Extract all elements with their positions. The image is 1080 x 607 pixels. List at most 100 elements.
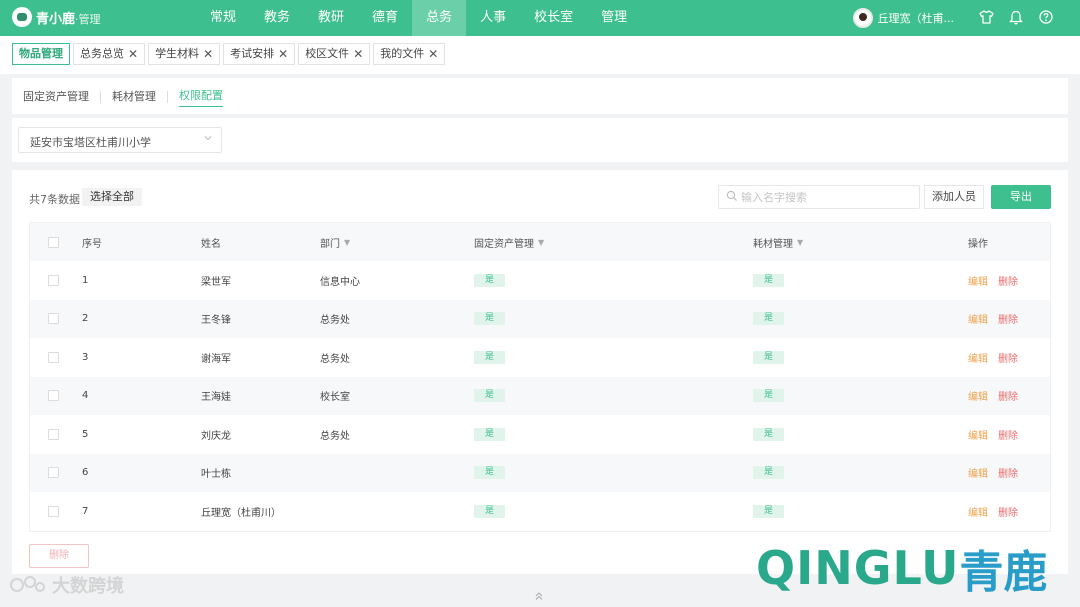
row-checkbox[interactable] — [48, 505, 59, 517]
cell-name: 刘庆龙 — [201, 430, 231, 442]
nav-item-1[interactable]: 教务 — [250, 0, 304, 36]
nav-item-2[interactable]: 教研 — [304, 0, 358, 36]
subtab-0[interactable]: 固定资产管理 — [23, 88, 89, 107]
nav-item-7[interactable]: 管理 — [587, 0, 641, 36]
row-checkbox-cell — [48, 300, 59, 339]
tab-4[interactable]: 校区文件 ✕ — [298, 43, 371, 65]
nav-item-0[interactable]: 常规 — [196, 0, 250, 36]
delete-button[interactable]: 删除 — [998, 350, 1018, 365]
watermark-left: 大数跨境 — [8, 572, 124, 598]
tab-3[interactable]: 考试安排 ✕ — [223, 43, 296, 65]
col-op: 操作 — [968, 238, 988, 250]
delete-button[interactable]: 删除 — [998, 504, 1018, 519]
row-checkbox[interactable] — [48, 313, 59, 325]
export-button[interactable]: 导出 — [991, 185, 1051, 209]
nav-item-3[interactable]: 德育 — [358, 0, 412, 36]
tab-5[interactable]: 我的文件 ✕ — [373, 43, 446, 65]
cell-asset: 是 — [474, 492, 506, 531]
row-checkbox-cell — [48, 261, 59, 300]
close-icon[interactable]: ✕ — [203, 48, 213, 60]
close-icon[interactable]: ✕ — [428, 48, 438, 60]
cell-no: 7 — [82, 505, 89, 517]
delete-button[interactable]: 删除 — [998, 311, 1018, 326]
row-checkbox[interactable] — [48, 351, 59, 363]
close-icon[interactable]: ✕ — [278, 48, 288, 60]
edit-button[interactable]: 编辑 — [968, 388, 988, 403]
avatar — [852, 8, 873, 28]
shirt-icon[interactable] — [978, 9, 994, 25]
edit-button[interactable]: 编辑 — [968, 273, 988, 288]
top-nav-bar: 青小鹿·管理 常规 教务 教研 德育 总务 人事 校长室 管理 丘理宽（杜甫... — [0, 0, 1080, 36]
page-tabs-bar: 物品管理 总务总览 ✕ 学生材料 ✕ 考试安排 ✕ 校区文件 ✕ 我的文件 ✕ — [0, 36, 1080, 74]
delete-button[interactable]: 删除 — [998, 273, 1018, 288]
asset-permission-badge: 是 — [474, 312, 506, 326]
cell-consumable: 是 — [753, 454, 785, 493]
school-select[interactable]: 延安市宝塔区杜甫川小学 — [18, 127, 222, 153]
row-checkbox-cell — [48, 454, 59, 493]
edit-button[interactable]: 编辑 — [968, 504, 988, 519]
edit-button[interactable]: 编辑 — [968, 311, 988, 326]
watermark-right: QINGLU 青鹿 — [756, 536, 1048, 600]
watermark-brand-latin: QINGLU — [756, 541, 960, 595]
consumable-permission-badge: 是 — [753, 427, 785, 441]
nav-item-5[interactable]: 人事 — [466, 0, 520, 36]
tab-2[interactable]: 学生材料 ✕ — [148, 43, 221, 65]
col-dept-cell[interactable]: 部门 ▼ — [320, 223, 350, 261]
row-checkbox-cell — [48, 338, 59, 377]
edit-button[interactable]: 编辑 — [968, 350, 988, 365]
cell-asset: 是 — [474, 415, 506, 454]
delete-button[interactable]: 删除 — [998, 388, 1018, 403]
select-all-button[interactable]: 选择全部 — [82, 188, 142, 206]
subtabs-card: 固定资产管理 耗材管理 权限配置 — [12, 78, 1068, 114]
nav-item-4[interactable]: 总务 — [412, 0, 467, 36]
bulk-delete-button[interactable]: 删除 — [29, 544, 89, 568]
delete-button[interactable]: 删除 — [998, 427, 1018, 442]
cell-no: 6 — [82, 467, 89, 479]
col-consumable-cell[interactable]: 耗材管理 ▼ — [753, 223, 803, 261]
app-logo[interactable]: 青小鹿·管理 — [12, 7, 101, 27]
col-asset-cell[interactable]: 固定资产管理 ▼ — [474, 223, 544, 261]
row-checkbox[interactable] — [48, 467, 59, 479]
edit-button[interactable]: 编辑 — [968, 465, 988, 480]
cell-consumable: 是 — [753, 415, 785, 454]
subtab-1[interactable]: 耗材管理 — [112, 88, 156, 107]
table-row: 1 梁世军 信息中心 是 是 编辑 删除 — [30, 261, 1050, 300]
close-icon[interactable]: ✕ — [128, 48, 138, 60]
deer-logo-icon — [12, 7, 32, 27]
close-icon[interactable]: ✕ — [353, 48, 363, 60]
row-checkbox[interactable] — [48, 274, 59, 286]
table-row: 5 刘庆龙 总务处 是 是 编辑 删除 — [30, 415, 1050, 454]
add-person-button[interactable]: 添加人员 — [924, 185, 984, 209]
cell-actions: 编辑 删除 — [968, 377, 1018, 416]
select-all-checkbox[interactable] — [48, 236, 59, 248]
col-name: 姓名 — [201, 238, 221, 250]
asset-permission-badge: 是 — [474, 350, 506, 364]
search-input[interactable] — [741, 189, 911, 205]
row-checkbox[interactable] — [48, 390, 59, 402]
search-box — [718, 185, 920, 209]
bell-icon[interactable] — [1008, 9, 1024, 25]
consumable-permission-badge: 是 — [753, 389, 785, 403]
cell-name: 叶士栋 — [201, 469, 231, 481]
logo-name: 青小鹿·管理 — [36, 11, 101, 27]
cell-dept: 校长室 — [320, 392, 350, 404]
help-icon[interactable] — [1038, 9, 1054, 25]
user-menu[interactable]: 丘理宽（杜甫... — [852, 8, 955, 28]
row-checkbox-cell — [48, 377, 59, 416]
tab-1[interactable]: 总务总览 ✕ — [73, 43, 146, 65]
search-icon — [726, 190, 738, 205]
chevron-up-icon[interactable] — [534, 590, 544, 604]
subtab-2[interactable]: 权限配置 — [179, 87, 223, 107]
user-name: 丘理宽（杜甫... — [877, 12, 955, 25]
tab-0[interactable]: 物品管理 — [12, 43, 70, 65]
nav-item-6[interactable]: 校长室 — [520, 0, 587, 36]
table-row: 6 叶士栋 是 是 编辑 删除 — [30, 453, 1050, 493]
school-filter-card: 延安市宝塔区杜甫川小学 — [12, 118, 1068, 162]
cell-name: 谢海军 — [201, 353, 231, 365]
edit-button[interactable]: 编辑 — [968, 427, 988, 442]
cell-consumable: 是 — [753, 377, 785, 416]
delete-button[interactable]: 删除 — [998, 465, 1018, 480]
row-checkbox[interactable] — [48, 428, 59, 440]
cell-actions: 编辑 删除 — [968, 415, 1018, 454]
cell-actions: 编辑 删除 — [968, 492, 1018, 531]
